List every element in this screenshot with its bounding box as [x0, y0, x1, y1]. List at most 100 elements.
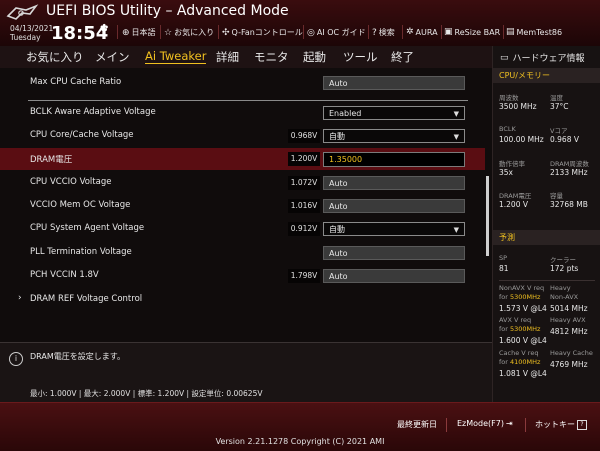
setting-row-max-cpu-cache-ratio[interactable]: Max CPU Cache Ratio Auto — [0, 72, 485, 94]
chevron-right-icon: › — [18, 293, 22, 303]
dram-voltage-label: DRAM電圧 — [499, 192, 532, 200]
footer-separator — [446, 418, 447, 432]
max-cpu-cache-ratio-input[interactable]: Auto — [323, 76, 465, 90]
ai-oc-guide-button[interactable]: ◎ AI OC ガイド — [307, 27, 366, 38]
setting-row-cpu-vccio[interactable]: CPU VCCIO Voltage 1.072V Auto — [0, 172, 485, 194]
dram-voltage-input[interactable]: 1.35000 — [323, 152, 465, 167]
last-modified-button[interactable]: 最終更新日 — [397, 419, 437, 430]
ratio-value: 35x — [499, 168, 513, 177]
voltage-range: 最小: 1.000V | 最大: 2.000V | 標準: 1.200V | 設… — [30, 389, 263, 398]
aura-button[interactable]: ✲ AURA — [406, 27, 438, 37]
setting-row-pch-vccin[interactable]: PCH VCCIN 1.8V 1.798V Auto — [0, 265, 485, 287]
qfan-control-button[interactable]: ✣ Q-Fanコントロール — [222, 27, 303, 38]
cpu-memory-section: CPU/メモリー — [493, 68, 600, 83]
tab-favorites[interactable]: お気に入り — [26, 49, 84, 65]
prediction-section: 予測 — [493, 230, 600, 245]
cooler-value: 172 pts — [550, 264, 579, 273]
sp-label: SP — [499, 254, 508, 262]
window-title: UEFI BIOS Utility – Advanced Mode — [46, 3, 289, 19]
ezmode-button[interactable]: EzMode(F7) ⇥ — [457, 419, 513, 428]
toolbar-separator — [218, 25, 219, 39]
setting-row-pll-termination[interactable]: PLL Termination Voltage Auto — [0, 242, 485, 264]
language-button[interactable]: ⊕ 日本語 — [122, 27, 156, 38]
hotkey-help-icon: ? — [577, 419, 587, 430]
vcore-value: 0.968 V — [550, 135, 579, 144]
toolbar-separator — [303, 25, 304, 39]
header-bar: UEFI BIOS Utility – Advanced Mode 04/13/… — [0, 0, 600, 47]
tab-tool[interactable]: ツール — [343, 49, 378, 65]
setting-label: PLL Termination Voltage — [30, 247, 132, 257]
tab-main[interactable]: メイン — [95, 49, 130, 65]
favorites-button[interactable]: ☆ お気に入り — [164, 27, 214, 38]
cpu-system-agent-select[interactable]: 自動 ▼ — [323, 222, 465, 236]
info-icon: i — [9, 352, 23, 366]
dram-freq-label: DRAM周波数 — [550, 160, 589, 168]
pll-termination-input[interactable]: Auto — [323, 246, 465, 260]
setting-row-dram-voltage[interactable]: DRAM電圧 1.200V 1.35000 — [0, 148, 485, 170]
freq-value: 3500 MHz — [499, 102, 537, 111]
hw-title: ▭ ハードウェア情報 — [500, 52, 585, 65]
current-voltage: 1.798V — [288, 269, 320, 283]
help-message: DRAM電圧を設定します。 — [30, 352, 125, 361]
temp-label: 温度 — [550, 94, 563, 102]
dram-voltage-value: 1.200 V — [499, 200, 528, 209]
setting-label: PCH VCCIN 1.8V — [30, 270, 99, 280]
panel-divider — [499, 280, 595, 281]
cache-req-label: Cache V req — [499, 349, 539, 357]
sp-value: 81 — [499, 264, 509, 273]
nonavx-req-label: NonAVX V req — [499, 284, 545, 292]
cache-for-label: for 4100MHz — [499, 358, 541, 366]
memtest-icon: ▤ — [506, 27, 515, 37]
date-display: 04/13/2021 Tuesday — [10, 24, 53, 42]
search-button[interactable]: ? 検索 — [372, 27, 395, 38]
memtest86-button[interactable]: ▤ MemTest86 — [506, 27, 562, 37]
vccio-mem-oc-input[interactable]: Auto — [323, 199, 465, 213]
footer-bar: 最終更新日 EzMode(F7) ⇥ ホットキー? Version 2.21.12… — [0, 402, 600, 451]
cpu-vccio-input[interactable]: Auto — [323, 176, 465, 190]
help-icon: ? — [372, 27, 377, 38]
avx-for-label: for 5300MHz — [499, 325, 541, 333]
hotkey-button[interactable]: ホットキー? — [535, 419, 587, 430]
tab-monitor[interactable]: モニタ — [254, 49, 289, 65]
setting-label: CPU System Agent Voltage — [30, 223, 145, 233]
bclk-aware-select[interactable]: Enabled ▼ — [323, 106, 465, 120]
globe-icon: ⊕ — [122, 27, 130, 38]
current-voltage: 0.968V — [288, 129, 320, 143]
footer-separator — [525, 418, 526, 432]
setting-row-bclk-aware[interactable]: BCLK Aware Adaptive Voltage Enabled ▼ — [0, 102, 485, 124]
bclk-value: 100.00 MHz — [499, 135, 544, 144]
resize-bar-button[interactable]: ▣ ReSize BAR — [444, 27, 500, 37]
tab-exit[interactable]: 終了 — [391, 49, 414, 65]
current-voltage: 1.200V — [288, 152, 320, 166]
section-divider — [28, 100, 468, 101]
setting-row-cpu-system-agent[interactable]: CPU System Agent Voltage 0.912V 自動 ▼ — [0, 218, 485, 240]
tab-boot[interactable]: 起動 — [303, 49, 326, 65]
current-voltage: 1.072V — [288, 176, 320, 190]
avx-voltage: 1.600 V @L4 — [499, 336, 547, 345]
heavy-avx-value: 4812 MHz — [550, 327, 588, 336]
pch-vccin-input[interactable]: Auto — [323, 269, 465, 283]
tab-advanced[interactable]: 詳細 — [216, 49, 239, 65]
date-text: 04/13/2021 — [10, 24, 54, 33]
setting-label: CPU Core/Cache Voltage — [30, 130, 134, 140]
chevron-down-icon: ▼ — [453, 226, 459, 234]
setting-row-cpu-core-cache-voltage[interactable]: CPU Core/Cache Voltage 0.968V 自動 ▼ — [0, 125, 485, 147]
chevron-down-icon: ▼ — [453, 133, 459, 141]
nonavx-voltage: 1.573 V @L4 — [499, 304, 547, 313]
hardware-info-panel: ▭ ハードウェア情報 CPU/メモリー 周波数 温度 3500 MHz 37°C … — [492, 46, 600, 402]
cpu-core-cache-voltage-select[interactable]: 自動 ▼ — [323, 129, 465, 143]
exit-arrow-icon: ⇥ — [505, 419, 513, 428]
setting-label: VCCIO Mem OC Voltage — [30, 200, 131, 210]
tab-ai-tweaker[interactable]: Ai Tweaker — [145, 49, 207, 64]
capacity-label: 容量 — [550, 192, 563, 200]
capacity-value: 32768 MB — [550, 200, 588, 209]
bclk-label: BCLK — [499, 125, 516, 133]
setting-row-vccio-mem-oc[interactable]: VCCIO Mem OC Voltage 1.016V Auto — [0, 195, 485, 217]
toolbar-separator — [503, 25, 504, 39]
scrollbar[interactable] — [486, 176, 489, 256]
setting-row-dram-ref[interactable]: › DRAM REF Voltage Control — [0, 289, 485, 311]
main-menu: お気に入り メイン Ai Tweaker 詳細 モニタ 起動 ツール 終了 — [0, 46, 492, 69]
current-voltage: 0.912V — [288, 222, 320, 236]
cache-voltage: 1.081 V @L4 — [499, 369, 547, 378]
gear-icon[interactable]: ✿ — [100, 23, 108, 34]
